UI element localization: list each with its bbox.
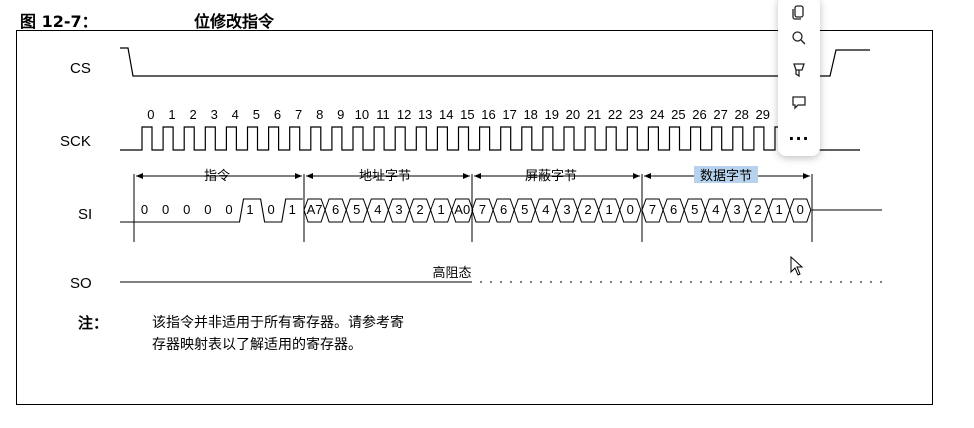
clock-number: 29: [756, 107, 770, 122]
arrow-head: [633, 173, 640, 179]
clock-number: 16: [481, 107, 495, 122]
clock-number: 2: [189, 107, 196, 122]
si-bit: 5: [521, 202, 528, 217]
si-bit: 3: [563, 202, 570, 217]
si-bit: A7: [307, 202, 323, 217]
sck-label: SCK: [60, 133, 91, 150]
clock-number: 0: [147, 107, 154, 122]
highlight-icon[interactable]: [787, 58, 811, 82]
si-bit: 1: [438, 202, 445, 217]
clock-number: 7: [295, 107, 302, 122]
clock-number: 28: [734, 107, 748, 122]
copy-icon[interactable]: [787, 0, 811, 24]
si-bit: 7: [479, 202, 486, 217]
note-line-1: 该指令并非适用于所有寄存器。请参考寄: [152, 315, 404, 331]
arrow-head: [136, 173, 143, 179]
si-instruction-wave: [134, 198, 303, 223]
segment-mask-label: 屏蔽字节: [525, 169, 577, 184]
arrow-head: [474, 173, 481, 179]
si-bit: 0: [797, 202, 804, 217]
si-bit: 0: [225, 202, 232, 217]
more-icon[interactable]: ...: [787, 122, 811, 146]
clock-number: 14: [439, 107, 453, 122]
clock-number: 1: [168, 107, 175, 122]
si-bit: A0: [454, 202, 470, 217]
clock-number: 23: [629, 107, 643, 122]
si-bit: 7: [649, 202, 656, 217]
clock-number: 27: [713, 107, 727, 122]
si-bit: 5: [353, 202, 360, 217]
si-bit: 1: [246, 202, 253, 217]
clock-number: 12: [397, 107, 411, 122]
clock-number: 25: [671, 107, 685, 122]
clock-number: 19: [545, 107, 559, 122]
clock-number: 4: [232, 107, 239, 122]
si-bit: 2: [416, 202, 423, 217]
si-bit: 3: [395, 202, 402, 217]
si-bit: 0: [162, 202, 169, 217]
segment-address-label: 地址字节: [359, 169, 411, 184]
clock-number: 21: [587, 107, 601, 122]
clock-number: 15: [460, 107, 474, 122]
si-bit: 3: [733, 202, 740, 217]
arrow-head: [306, 173, 313, 179]
cs-label: CS: [70, 60, 91, 77]
si-bit: 0: [268, 202, 275, 217]
clock-number: 13: [418, 107, 432, 122]
arrow-head: [644, 173, 651, 179]
clock-number: 8: [316, 107, 323, 122]
clock-number: 10: [355, 107, 369, 122]
si-bit: 1: [289, 202, 296, 217]
si-bit: 0: [204, 202, 211, 217]
si-bit: 4: [542, 202, 549, 217]
arrow-head: [295, 173, 302, 179]
clock-number: 6: [274, 107, 281, 122]
clock-number: 9: [337, 107, 344, 122]
clock-number: 24: [650, 107, 664, 122]
note-label: 注：: [78, 314, 109, 332]
so-state-label: 高阻态: [432, 265, 471, 281]
si-bit: 2: [754, 202, 761, 217]
segment-data-label: 数据字节: [700, 169, 752, 184]
clock-number: 3: [211, 107, 218, 122]
si-bit: 0: [141, 202, 148, 217]
si-bit: 6: [332, 202, 339, 217]
note-line-2: 存器映射表以了解适用的寄存器。: [152, 337, 362, 353]
arrow-head: [463, 173, 470, 179]
search-icon[interactable]: [787, 26, 811, 50]
clock-number: 11: [376, 107, 390, 122]
clock-number: 17: [502, 107, 516, 122]
clock-number: 22: [608, 107, 622, 122]
clock-number: 26: [692, 107, 706, 122]
clock-number: 18: [523, 107, 537, 122]
si-bit: 0: [627, 202, 634, 217]
si-bit: 6: [670, 202, 677, 217]
clock-number: 20: [566, 107, 580, 122]
clock-number: 5: [253, 107, 260, 122]
si-bit: 1: [606, 202, 613, 217]
cs-waveform: [120, 47, 870, 77]
si-bit: 6: [500, 202, 507, 217]
so-label: SO: [70, 275, 92, 292]
timing-diagram: CS SCK SI SO 0 1 2 3 4 5 6 7 8 9 10 11 12 13 14 15 16 17 1…: [60, 47, 888, 292]
mouse-cursor-icon: [790, 256, 804, 276]
arrow-head: [803, 173, 810, 179]
segment-instruction-label: 指令: [204, 169, 230, 184]
si-bit: 1: [776, 202, 783, 217]
comment-icon[interactable]: [787, 90, 811, 114]
si-label: SI: [78, 206, 92, 223]
sck-waveform: [120, 126, 860, 151]
si-bit: 0: [183, 202, 190, 217]
floating-toolbar: ...: [778, 0, 820, 156]
si-bit: 5: [691, 202, 698, 217]
sck-wave-path: [120, 126, 860, 151]
si-bit: 4: [374, 202, 381, 217]
clock-numbers: 0 1 2 3 4 5 6 7 8 9 10 11 12 13 14 15 16 17 18 19 20 21 22 23 24…: [147, 107, 770, 122]
si-bit: 4: [712, 202, 719, 217]
si-bit: 2: [584, 202, 591, 217]
